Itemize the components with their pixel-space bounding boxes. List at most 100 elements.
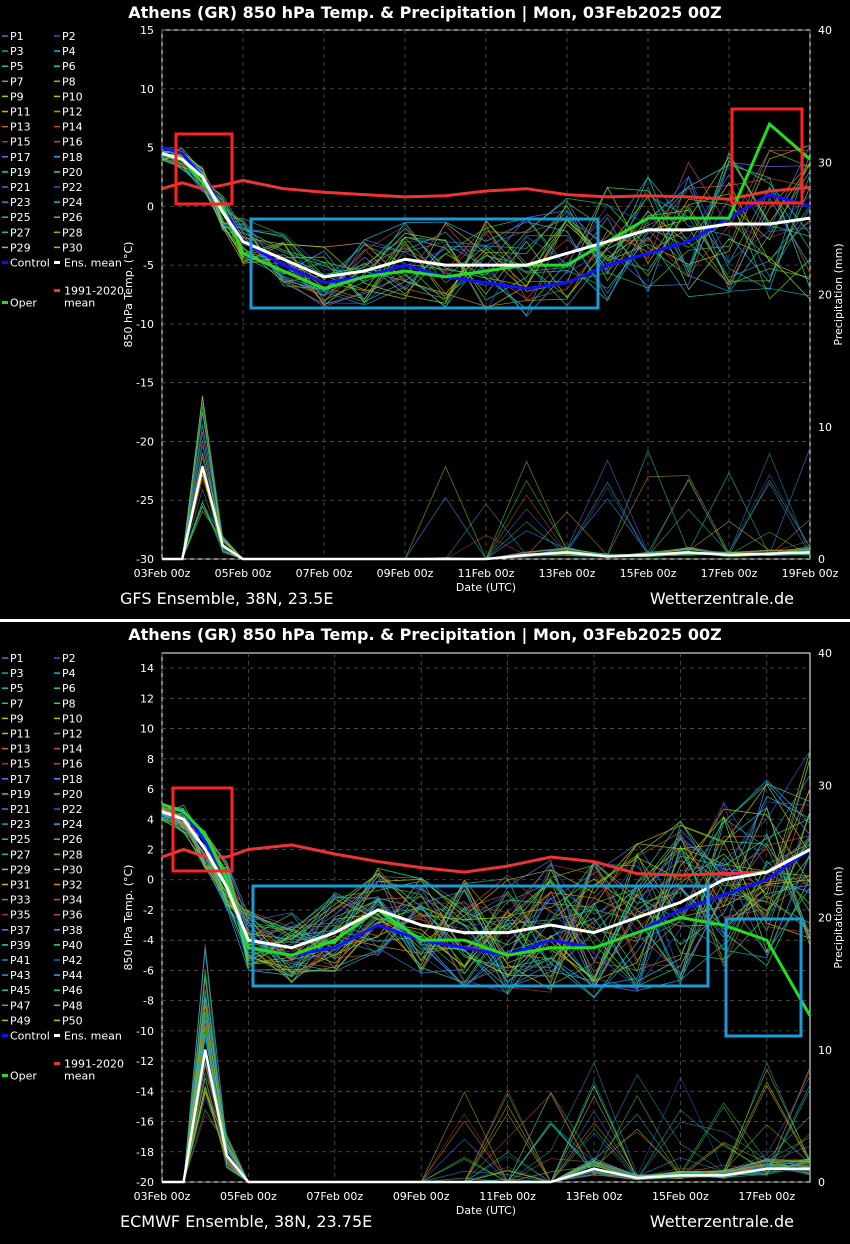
y-tick-label: -5 [143,259,154,272]
legend-item: P4 [62,667,76,680]
legend-item: P8 [62,75,76,88]
legend-item: P9 [10,90,24,103]
legend-oper: Oper [10,1070,37,1083]
y2-axis-label: Precipitation (mm) [832,243,845,345]
chart-title: Athens (GR) 850 hPa Temp. & Precipitatio… [128,3,722,22]
legend-item: P30 [62,241,83,254]
legend-item: P1 [10,652,24,665]
legend-item: P33 [10,894,31,907]
y-tick-label: -20 [136,1176,154,1189]
y-tick-label: 0 [147,874,154,887]
legend-item: P21 [10,803,31,816]
legend-item: P20 [62,166,83,179]
legend-item: P45 [10,984,31,997]
y-tick-label: -10 [136,318,154,331]
legend-item: P15 [10,758,31,771]
model-label: ECMWF Ensemble, 38N, 23.75E [120,1212,373,1231]
y-tick-label: 15 [140,24,154,37]
legend-item: P10 [62,712,83,725]
legend-item: P27 [10,226,31,239]
legend-item: P26 [62,833,83,846]
legend-item: P20 [62,788,83,801]
x-tick-label: 15Feb 00z [620,567,677,580]
ecmwf-panel: Athens (GR) 850 hPa Temp. & Precipitatio… [0,622,850,1238]
legend-item: P12 [62,106,83,119]
legend-item: P7 [10,75,24,88]
legend-item: P34 [62,894,83,907]
y-tick-label: -6 [143,964,154,977]
y-tick-label: -14 [136,1085,154,1098]
x-tick-label: 07Feb 00z [306,1190,363,1203]
y-tick-label: -30 [136,553,154,566]
legend-item: P12 [62,728,83,741]
y2-axis-label: Precipitation (mm) [832,866,845,968]
legend-item: P1 [10,30,24,43]
legend-item: P46 [62,984,83,997]
y-tick-label: -20 [136,435,154,448]
y-tick-label: -15 [136,377,154,390]
legend-oper: Oper [10,297,37,310]
x-tick-label: 17Feb 00z [701,567,758,580]
y2-tick-label: 0 [818,1176,825,1189]
legend-item: P6 [62,682,76,695]
legend-item: P49 [10,1014,31,1027]
legend-item: P29 [10,241,31,254]
legend-item: P9 [10,712,24,725]
x-axis-label: Date (UTC) [456,1204,516,1217]
y2-tick-label: 10 [818,421,832,434]
x-tick-label: 09Feb 00z [393,1190,450,1203]
legend-item: P42 [62,954,83,967]
ecmwf-chart: -20-18-16-14-12-10-8-6-4-202468101214010… [2,647,845,1217]
chart-title: Athens (GR) 850 hPa Temp. & Precipitatio… [128,625,722,644]
legend-item: P19 [10,166,31,179]
legend-item: P2 [62,652,76,665]
x-tick-label: 11Feb 00z [458,567,515,580]
y-tick-label: 14 [140,662,154,675]
x-tick-label: 03Feb 00z [134,1190,191,1203]
x-tick-label: 13Feb 00z [539,567,596,580]
legend-ens-mean: Ens. mean [64,1030,122,1043]
gfs-chart: -30 -25 -20 -15 -10 -5 0 5 10 15 0 10 20 30 40 03Feb 00… [2,24,845,594]
legend-item: P31 [10,879,31,892]
legend-item: P5 [10,682,24,695]
y-tick-label: 10 [140,83,154,96]
y-tick-label: -16 [136,1116,154,1129]
legend-control: Control [10,257,50,270]
y2-tick-label: 30 [818,156,832,169]
y-tick-label: 10 [140,723,154,736]
legend-item: P25 [10,833,31,846]
legend-item: P14 [62,743,83,756]
legend-control: Control [10,1030,50,1043]
legend-item: P26 [62,211,83,224]
y2-tick-label: 0 [818,553,825,566]
legend-item: P5 [10,60,24,73]
y-tick-label: 6 [147,783,154,796]
legend-item: P23 [10,818,31,831]
x-tick-label: 17Feb 00z [738,1190,795,1203]
legend-item: P32 [62,879,83,892]
legend-item: P18 [62,773,83,786]
gfs-panel: Athens (GR) 850 hPa Temp. & Precipitatio… [0,0,850,619]
legend-clim: mean [64,1070,95,1083]
x-tick-label: 15Feb 00z [652,1190,709,1203]
legend-item: P25 [10,211,31,224]
y-tick-label: 4 [147,813,154,826]
legend-item: P16 [62,758,83,771]
legend-item: P19 [10,788,31,801]
legend-item: P24 [62,196,83,209]
source-label: Wetterzentrale.de [649,589,794,608]
legend-item: P48 [62,999,83,1012]
x-tick-label: 07Feb 00z [296,567,353,580]
y2-tick-label: 20 [818,289,832,302]
legend-item: P16 [62,136,83,149]
x-tick-label: 19Feb 00z [782,567,839,580]
legend-item: P10 [62,90,83,103]
legend-item: P28 [62,226,83,239]
x-tick-label: 13Feb 00z [566,1190,623,1203]
y-tick-label: 0 [147,200,154,213]
x-tick-label: 05Feb 00z [215,567,272,580]
legend-item: P13 [10,743,31,756]
y-tick-label: 8 [147,753,154,766]
legend-item: P35 [10,909,31,922]
legend-item: P50 [62,1014,83,1027]
